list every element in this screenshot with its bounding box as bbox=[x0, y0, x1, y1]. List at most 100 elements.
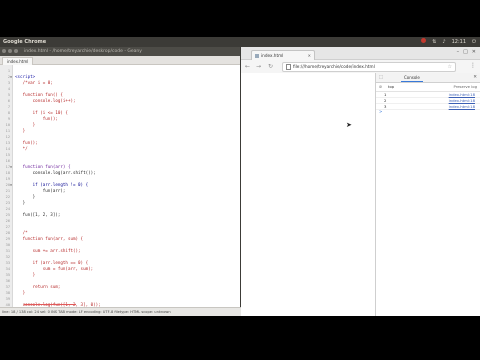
minimize-window-icon[interactable] bbox=[8, 49, 12, 53]
mouse-cursor-icon: ➤ bbox=[346, 121, 352, 129]
top-panel: Google Chrome ⇅ ♪ 12:11 ⏻ bbox=[0, 37, 480, 47]
code-lines[interactable]: 1 2 ⊟ <script> 3 /*var i = 0; 4 5 function fun… bbox=[6, 68, 240, 307]
console-source-link[interactable]: index.html:18 bbox=[449, 92, 475, 97]
code-text: <script> bbox=[15, 74, 36, 79]
console-value: 1 bbox=[384, 92, 387, 97]
code-text: } bbox=[15, 272, 36, 277]
chrome-tab-title: index.html bbox=[261, 53, 284, 58]
forward-arrow-icon[interactable]: → bbox=[256, 62, 261, 71]
code-text: if (arr.length != 0) { bbox=[15, 182, 89, 187]
code-text: } bbox=[15, 128, 26, 133]
screen-frame: Google Chrome ⇅ ♪ 12:11 ⏻ index.html - /… bbox=[0, 37, 480, 316]
geany-window: index.html - /home/treyarchie/deskrop/co… bbox=[0, 47, 242, 316]
reload-icon[interactable]: ↻ bbox=[268, 62, 273, 71]
code-text: sum += arr.shift(); bbox=[15, 248, 81, 253]
address-bar[interactable]: file:///home/treyarchie/code/index.html … bbox=[282, 62, 456, 72]
url-text: file:///home/treyarchie/code/index.html bbox=[293, 64, 375, 69]
console-source-link[interactable]: index.html:18 bbox=[449, 104, 475, 109]
letterbox-bottom bbox=[0, 316, 480, 360]
geany-statusbar: line: 18 / 138 col: 24 sel: 0 INS TAB mo… bbox=[0, 307, 242, 316]
devtools-panel: ⬚ Console ✕ ⊘ top Preserve log 1 index.ht… bbox=[375, 73, 480, 316]
code-text: console.log(arr.shift()); bbox=[15, 170, 96, 175]
maximize-window-icon[interactable] bbox=[14, 49, 18, 53]
chrome-menu-icon[interactable]: ⋮ bbox=[470, 61, 476, 70]
context-select[interactable]: top bbox=[388, 83, 394, 91]
code-text: fun(); bbox=[15, 116, 58, 121]
close-tab-icon[interactable]: ✕ bbox=[308, 51, 311, 60]
code-text: if (i <= 10) { bbox=[15, 110, 68, 115]
code-text: /* bbox=[15, 230, 28, 235]
code-text: console.log(i++); bbox=[15, 98, 76, 103]
console-messages: 1 index.html:18 2 index.html:18 3 index.html:… bbox=[376, 92, 480, 110]
system-tray: ⇅ ♪ 12:11 ⏻ bbox=[421, 37, 476, 47]
inspect-element-icon[interactable]: ⬚ bbox=[379, 75, 383, 80]
code-text: } bbox=[15, 194, 36, 199]
code-text: } bbox=[15, 122, 36, 127]
geany-titlebar: index.html - /home/treyarchie/deskrop/co… bbox=[0, 47, 240, 56]
devtools-tab-bar: ⬚ Console ✕ bbox=[376, 73, 480, 83]
minimize-icon[interactable]: – bbox=[457, 49, 460, 55]
code-text: } bbox=[15, 200, 26, 205]
panel-app-name: Google Chrome bbox=[3, 39, 47, 45]
geany-tab-bar: index.html bbox=[0, 56, 240, 65]
network-icon[interactable]: ⇅ bbox=[432, 37, 436, 47]
code-editor[interactable]: 1 2 ⊟ <script> 3 /*var i = 0; 4 5 function fun… bbox=[0, 65, 240, 307]
maximize-icon[interactable]: □ bbox=[463, 49, 468, 55]
code-text: } bbox=[15, 290, 26, 295]
power-icon[interactable]: ⏻ bbox=[472, 37, 476, 47]
chrome-tab-bar: index.html ✕ – □ ✕ bbox=[241, 47, 480, 60]
code-text: function fun() { bbox=[15, 92, 63, 97]
spell-error-underline bbox=[24, 304, 76, 305]
console-message: 3 index.html:18 bbox=[376, 104, 480, 110]
console-toolbar: ⊘ top Preserve log bbox=[376, 83, 480, 92]
page-icon bbox=[286, 64, 291, 70]
chrome-window-controls: – □ ✕ bbox=[457, 49, 476, 55]
chrome-window: index.html ✕ – □ ✕ ← → ↻ file:///home/tr… bbox=[241, 47, 480, 316]
chrome-toolbar: ← → ↻ file:///home/treyarchie/code/index… bbox=[241, 60, 480, 74]
preserve-log-checkbox[interactable]: Preserve log bbox=[454, 83, 478, 91]
console-value: 3 bbox=[384, 104, 387, 109]
bookmark-star-icon[interactable]: ☆ bbox=[448, 63, 452, 71]
code-text: function fun(arr) { bbox=[15, 164, 71, 169]
code-text: /*var i = 0; bbox=[15, 80, 53, 85]
code-text: fun([1, 2, 3]); bbox=[15, 212, 61, 217]
code-text: function fun(arr, sum) { bbox=[15, 236, 84, 241]
code-text: if (arr.length == 0) { bbox=[15, 260, 89, 265]
code-text: return sum; bbox=[15, 284, 61, 289]
recording-icon[interactable] bbox=[421, 37, 427, 47]
console-prompt[interactable]: > bbox=[379, 109, 382, 114]
panel-clock[interactable]: 12:11 bbox=[452, 37, 466, 47]
back-arrow-icon[interactable]: ← bbox=[245, 62, 250, 71]
geany-title: index.html - /home/treyarchie/deskrop/co… bbox=[24, 49, 142, 54]
chrome-tab[interactable]: index.html ✕ bbox=[251, 50, 315, 60]
console-source-link[interactable]: index.html:18 bbox=[449, 98, 475, 103]
page-viewport[interactable]: ➤ bbox=[241, 73, 375, 316]
tab-index-html[interactable]: index.html bbox=[2, 57, 34, 65]
code-text: */ bbox=[15, 146, 28, 151]
close-icon[interactable]: ✕ bbox=[472, 49, 476, 55]
code-text: sum = fun(arr, sum); bbox=[15, 266, 94, 271]
volume-icon[interactable]: ♪ bbox=[442, 37, 445, 47]
code-text: fun(); bbox=[15, 140, 38, 145]
close-window-icon[interactable] bbox=[2, 49, 6, 53]
clear-console-icon[interactable]: ⊘ bbox=[379, 83, 382, 91]
console-value: 2 bbox=[384, 98, 387, 103]
code-text: fun(arr); bbox=[15, 188, 66, 193]
page-favicon-icon bbox=[255, 54, 259, 58]
devtools-close-icon[interactable]: ✕ bbox=[473, 74, 477, 81]
tab-console[interactable]: Console bbox=[401, 74, 423, 82]
